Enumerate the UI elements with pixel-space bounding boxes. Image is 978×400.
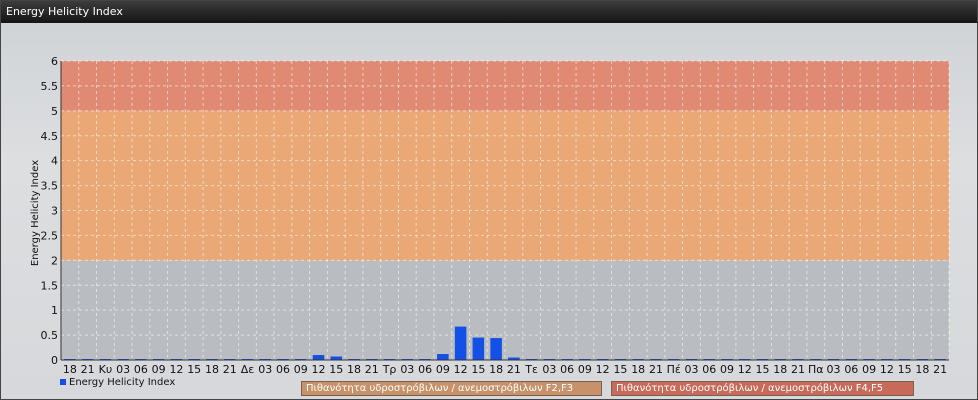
y-tick-label: 1 xyxy=(51,304,58,317)
y-tick-label: 6 xyxy=(51,55,58,68)
bar xyxy=(437,354,449,360)
x-tick-label: 12 xyxy=(312,363,326,376)
x-tick-label: 03 xyxy=(116,363,130,376)
x-tick-label: 18 xyxy=(631,363,645,376)
x-tick-label: 03 xyxy=(542,363,556,376)
y-tick-label: 4 xyxy=(51,155,58,168)
x-tick-label: 18 xyxy=(347,363,361,376)
x-tick-label: 09 xyxy=(436,363,450,376)
legend-zone-f4f5-label: Πιθανότητα υδροστρόβιλων / ανεμοστρόβιλω… xyxy=(616,383,884,394)
x-tick-label: 15 xyxy=(613,363,627,376)
bar xyxy=(330,356,343,360)
y-tick-label: 1.5 xyxy=(41,279,59,292)
legend-zone-f4f5: Πιθανότητα υδροστρόβιλων / ανεμοστρόβιλω… xyxy=(611,381,914,396)
x-tick-label: 21 xyxy=(933,363,947,376)
x-tick-label: 06 xyxy=(702,363,716,376)
x-tick-label: 15 xyxy=(898,363,912,376)
x-tick-label: Πέ xyxy=(667,363,681,376)
legend-zone-f2f3-label: Πιθανότητα υδροστρόβιλων / ανεμοστρόβιλω… xyxy=(306,383,574,394)
x-tick-label: 15 xyxy=(329,363,343,376)
x-tick-label: 15 xyxy=(756,363,770,376)
y-tick-label: 4.5 xyxy=(41,130,59,143)
x-tick-label: 18 xyxy=(205,363,219,376)
x-tick-label: 21 xyxy=(791,363,805,376)
legend-swatch xyxy=(60,379,66,385)
x-tick-label: 21 xyxy=(81,363,95,376)
x-tick-label: Τρ xyxy=(382,363,397,376)
legend-zone-f2f3: Πιθανότητα υδροστρόβιλων / ανεμοστρόβιλω… xyxy=(301,381,602,396)
x-tick-label: 12 xyxy=(738,363,752,376)
x-tick-label: 09 xyxy=(294,363,308,376)
x-tick-label: Τε xyxy=(524,363,538,376)
bar xyxy=(490,338,502,360)
chart-window: Energy Helicity Index 0 0.5 1 1.5 2 2.5 3 3.5 4 4… xyxy=(0,0,978,400)
x-tick-label: 03 xyxy=(400,363,414,376)
x-tick-label: 21 xyxy=(649,363,663,376)
y-tick-label: 3.5 xyxy=(41,180,59,193)
legend-series: Energy Helicity Index xyxy=(60,376,175,389)
x-tick-labels: 18 21 Κυ 03 06 09 12 15 18 21 Δε 03 06 09 12 15 18 21 Τρ 03… xyxy=(63,363,947,376)
x-tick-label: 18 xyxy=(63,363,77,376)
legend-series-label: Energy Helicity Index xyxy=(69,377,176,388)
x-tick-label: 03 xyxy=(258,363,272,376)
x-tick-label: 18 xyxy=(773,363,787,376)
x-tick-label: 12 xyxy=(454,363,468,376)
x-tick-label: 09 xyxy=(862,363,876,376)
bar xyxy=(312,355,325,360)
x-tick-label: 12 xyxy=(880,363,894,376)
x-tick-label: Δε xyxy=(241,363,255,376)
bar xyxy=(472,337,485,360)
x-tick-label: 06 xyxy=(276,363,290,376)
y-tick-label: 0 xyxy=(51,354,58,367)
x-tick-label: 12 xyxy=(169,363,183,376)
x-tick-label: 21 xyxy=(365,363,379,376)
bar xyxy=(454,326,467,360)
y-tick-labels: 0 0.5 1 1.5 2 2.5 3 3.5 4 4.5 5 5.5 6 xyxy=(41,55,59,367)
ehi-chart: 00.511.522.533.544.555.56 18 21 Κυ 03 06 09 12… xyxy=(30,55,950,376)
x-tick-label: 09 xyxy=(578,363,592,376)
x-tick-label: 06 xyxy=(134,363,148,376)
x-tick-label: Πα xyxy=(808,363,824,376)
x-tick-label: 21 xyxy=(223,363,237,376)
x-tick-label: 15 xyxy=(471,363,485,376)
x-tick-label: 18 xyxy=(489,363,503,376)
x-tick-label: Κυ xyxy=(99,363,113,376)
x-tick-label: 12 xyxy=(596,363,610,376)
x-tick-label: 06 xyxy=(418,363,432,376)
x-tick-label: 06 xyxy=(560,363,574,376)
y-tick-label: 0.5 xyxy=(41,329,59,342)
x-tick-label: 09 xyxy=(152,363,166,376)
x-tick-label: 03 xyxy=(684,363,698,376)
x-tick-label: 06 xyxy=(844,363,858,376)
x-tick-label: 21 xyxy=(507,363,521,376)
y-tick-label: 2.5 xyxy=(41,229,59,242)
y-tick-label: 3 xyxy=(51,205,58,218)
x-tick-label: 15 xyxy=(187,363,201,376)
x-tick-label: 18 xyxy=(915,363,929,376)
y-tick-label: 2 xyxy=(51,254,58,267)
y-tick-label: 5 xyxy=(51,105,58,118)
x-tick-label: 03 xyxy=(827,363,841,376)
x-tick-label: 09 xyxy=(720,363,734,376)
y-tick-label: 5.5 xyxy=(41,80,59,93)
y-axis-title: Energy Helicity Index xyxy=(30,160,41,266)
